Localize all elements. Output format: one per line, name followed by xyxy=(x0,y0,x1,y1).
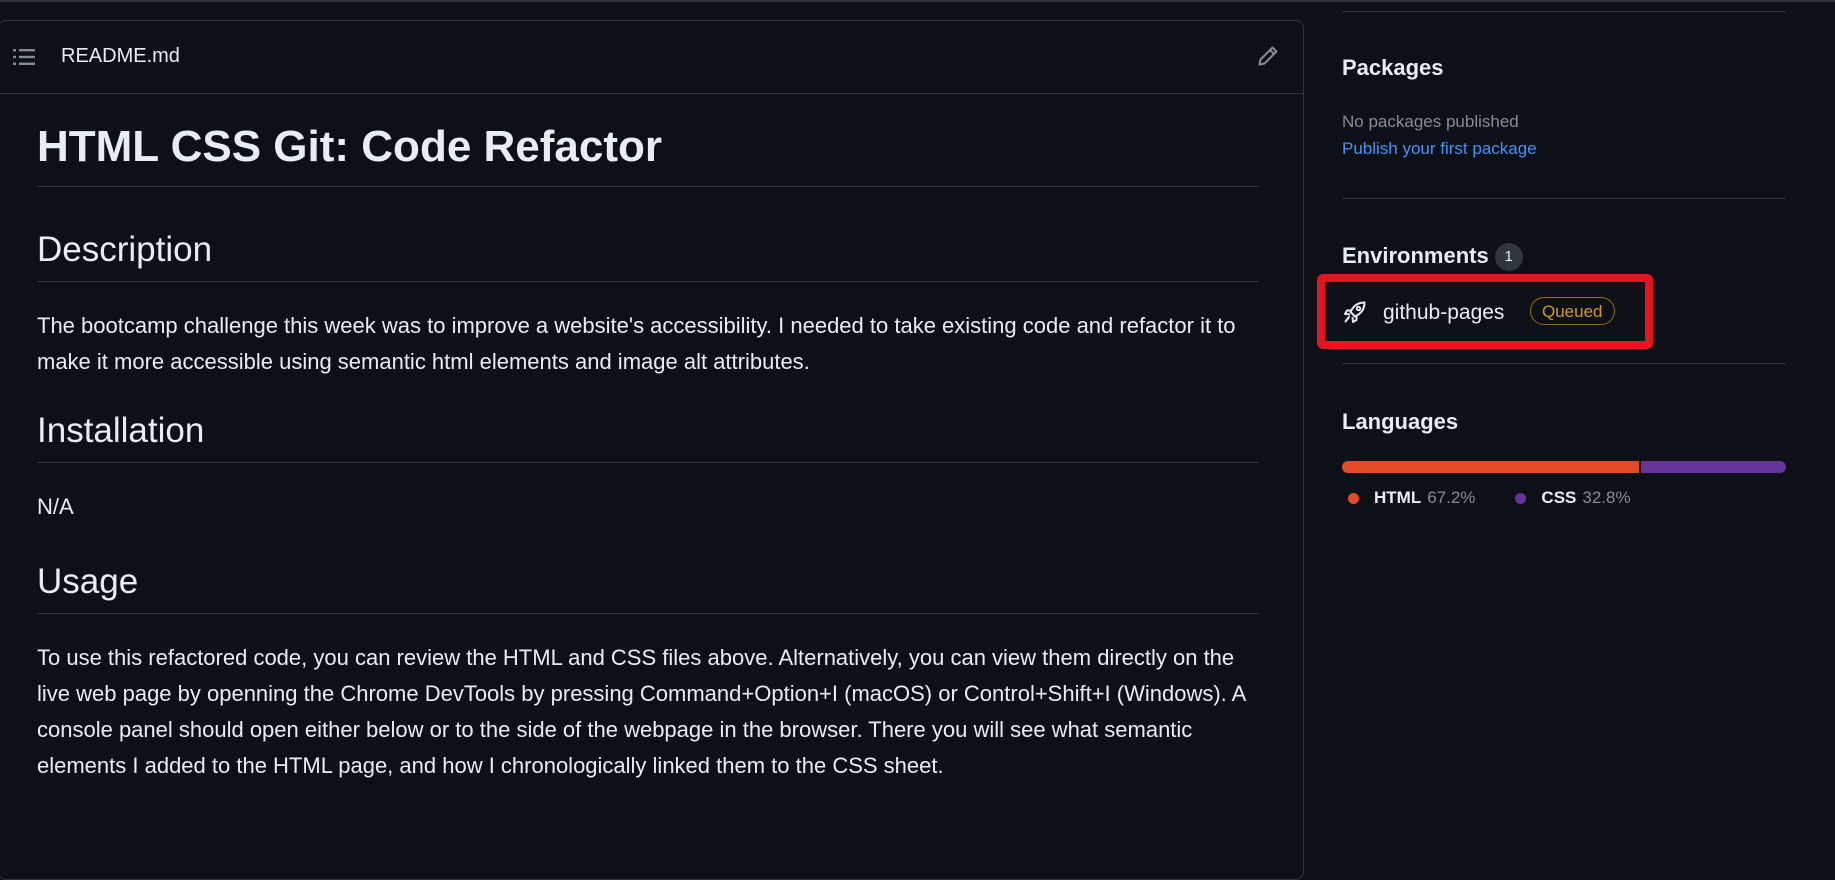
language-bar-segment-html xyxy=(1342,461,1640,473)
readme-header: README.md xyxy=(0,21,1303,94)
usage-text: To use this refactored code, you can rev… xyxy=(37,644,1246,778)
pencil-edit-icon[interactable] xyxy=(1257,45,1279,67)
language-percent: 32.8% xyxy=(1582,488,1631,507)
language-bar-segment-css xyxy=(1641,461,1786,473)
languages-heading: Languages xyxy=(1342,409,1459,434)
table-of-contents-icon[interactable] xyxy=(13,48,35,66)
packages-heading[interactable]: Packages xyxy=(1342,55,1444,81)
sidebar-divider xyxy=(1342,198,1786,199)
language-name: CSS xyxy=(1541,488,1577,507)
sidebar-divider xyxy=(1342,11,1786,12)
language-name: HTML xyxy=(1374,488,1422,507)
language-item-html[interactable]: HTML 67.2% xyxy=(1342,488,1475,508)
no-packages-text: No packages published xyxy=(1342,112,1519,131)
publish-package-link[interactable]: Publish your first package xyxy=(1342,139,1537,159)
language-percent: 67.2% xyxy=(1427,488,1476,507)
installation-text: N/A xyxy=(37,493,74,519)
red-highlight-box xyxy=(1317,274,1653,349)
readme-panel: README.md HTML CSS Git: Code Refactor De… xyxy=(0,20,1304,880)
language-color-dot xyxy=(1348,492,1359,504)
languages-legend: HTML 67.2% CSS 32.8% xyxy=(1342,488,1665,508)
readme-content: HTML CSS Git: Code Refactor Description … xyxy=(37,121,1259,784)
sidebar-divider xyxy=(1342,363,1786,364)
language-color-dot xyxy=(1515,492,1527,504)
installation-heading: Installation xyxy=(37,410,1259,463)
readme-title: HTML CSS Git: Code Refactor xyxy=(37,121,1259,187)
environments-count-badge: 1 xyxy=(1494,243,1523,272)
description-text: The bootcamp challenge this week was to … xyxy=(37,312,1236,374)
languages-progress-bar xyxy=(1342,461,1786,473)
environments-title[interactable]: Environments xyxy=(1342,243,1489,268)
environments-heading[interactable]: Environments 1 xyxy=(1342,243,1523,272)
top-border xyxy=(0,0,1835,2)
readme-filename[interactable]: README.md xyxy=(61,45,180,68)
language-item-css[interactable]: CSS 32.8% xyxy=(1509,488,1631,508)
description-heading: Description xyxy=(37,229,1259,282)
usage-heading: Usage xyxy=(37,561,1259,614)
